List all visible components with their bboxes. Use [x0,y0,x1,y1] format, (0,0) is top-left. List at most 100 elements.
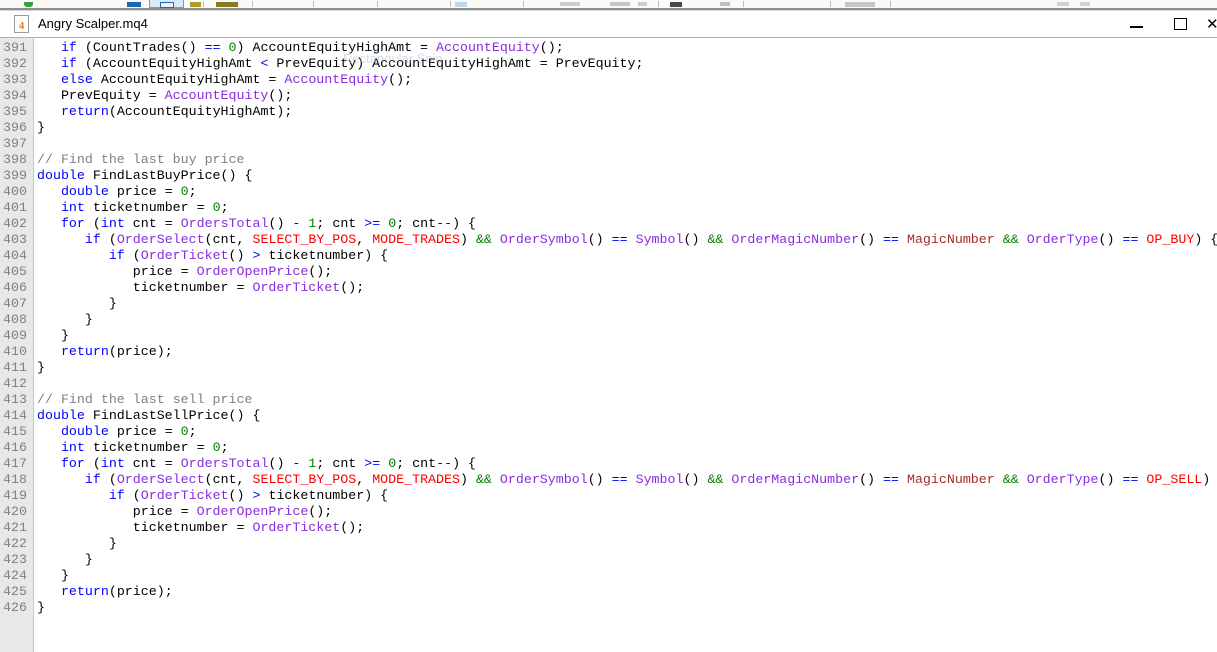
code-line[interactable]: 419 if (OrderTicket() > ticketnumber) { [0,488,1217,504]
toolbar-icon-fragment[interactable] [1080,2,1090,6]
toolbar-icon-fragment[interactable] [1057,2,1069,6]
line-number[interactable]: 421 [0,520,33,536]
code-line[interactable]: 426} [0,600,1217,616]
line-number[interactable]: 394 [0,88,33,104]
line-number[interactable]: 414 [0,408,33,424]
code-line[interactable]: 411} [0,360,1217,376]
code-line[interactable]: 412 [0,376,1217,392]
line-number[interactable]: 408 [0,312,33,328]
toolbar-icon-fragment[interactable] [455,2,467,7]
code-line[interactable]: 410 return(price); [0,344,1217,360]
line-number[interactable]: 411 [0,360,33,376]
code-line[interactable]: 413// Find the last sell price [0,392,1217,408]
line-text: return(AccountEquityHighAmt); [33,104,292,120]
toolbar-separator [658,1,659,7]
line-number[interactable]: 418 [0,472,33,488]
line-number[interactable]: 393 [0,72,33,88]
code-lines[interactable]: 391 if (CountTrades() == 0) AccountEquit… [0,40,1217,616]
code-line[interactable]: 418 if (OrderSelect(cnt, SELECT_BY_POS, … [0,472,1217,488]
close-button[interactable]: ✕ [1204,11,1217,37]
code-line[interactable]: 397 [0,136,1217,152]
code-editor[interactable]: 391 if (CountTrades() == 0) AccountEquit… [0,38,1217,652]
code-line[interactable]: 402 for (int cnt = OrdersTotal() - 1; cn… [0,216,1217,232]
line-text: if (OrderTicket() > ticketnumber) { [33,248,388,264]
code-line[interactable]: 414double FindLastSellPrice() { [0,408,1217,424]
line-number[interactable]: 416 [0,440,33,456]
code-line[interactable]: 422 } [0,536,1217,552]
line-number[interactable]: 412 [0,376,33,392]
code-line[interactable]: 404 if (OrderTicket() > ticketnumber) { [0,248,1217,264]
toolbar-icon-fragment[interactable] [216,2,238,7]
code-line[interactable]: 424 } [0,568,1217,584]
line-number[interactable]: 409 [0,328,33,344]
code-line[interactable]: 394 PrevEquity = AccountEquity(); [0,88,1217,104]
toolbar-icon-fragment[interactable] [190,2,201,7]
line-number[interactable]: 410 [0,344,33,360]
toolbar-icon-fragment[interactable] [638,2,647,6]
line-number[interactable]: 404 [0,248,33,264]
maximize-button[interactable] [1166,11,1194,37]
code-line[interactable]: 399double FindLastBuyPrice() { [0,168,1217,184]
code-line[interactable]: 409 } [0,328,1217,344]
toolbar-icon-fragment[interactable] [720,2,730,6]
minimize-button[interactable] [1122,11,1150,37]
line-text [33,376,37,392]
line-number[interactable]: 401 [0,200,33,216]
code-line[interactable]: 407 } [0,296,1217,312]
line-text: double FindLastBuyPrice() { [33,168,252,184]
code-line[interactable]: 415 double price = 0; [0,424,1217,440]
line-number[interactable]: 402 [0,216,33,232]
line-number[interactable]: 417 [0,456,33,472]
line-number[interactable]: 420 [0,504,33,520]
line-number[interactable]: 403 [0,232,33,248]
line-number[interactable]: 400 [0,184,33,200]
code-line[interactable]: 392 if (AccountEquityHighAmt < PrevEquit… [0,56,1217,72]
code-line[interactable]: 421 ticketnumber = OrderTicket(); [0,520,1217,536]
code-line[interactable]: 398// Find the last buy price [0,152,1217,168]
toolbar-separator [252,1,253,7]
code-line[interactable]: 406 ticketnumber = OrderTicket(); [0,280,1217,296]
code-line[interactable]: 396} [0,120,1217,136]
line-number[interactable]: 425 [0,584,33,600]
toolbar-icon-fragment[interactable] [845,2,875,7]
line-number[interactable]: 424 [0,568,33,584]
line-number[interactable]: 396 [0,120,33,136]
line-number[interactable]: 397 [0,136,33,152]
line-number[interactable]: 426 [0,600,33,616]
code-line[interactable]: 403 if (OrderSelect(cnt, SELECT_BY_POS, … [0,232,1217,248]
code-line[interactable]: 423 } [0,552,1217,568]
line-text: } [33,552,93,568]
line-number[interactable]: 395 [0,104,33,120]
code-line[interactable]: 401 int ticketnumber = 0; [0,200,1217,216]
toolbar-icon-fragment[interactable] [127,2,141,7]
code-line[interactable]: 395 return(AccountEquityHighAmt); [0,104,1217,120]
line-number[interactable]: 407 [0,296,33,312]
code-line[interactable]: 391 if (CountTrades() == 0) AccountEquit… [0,40,1217,56]
toolbar-icon-fragment[interactable] [560,2,580,6]
toolbar-icon-fragment[interactable] [670,2,682,7]
code-line[interactable]: 393 else AccountEquityHighAmt = AccountE… [0,72,1217,88]
line-text: for (int cnt = OrdersTotal() - 1; cnt >=… [33,216,476,232]
line-number[interactable]: 406 [0,280,33,296]
document-titlebar[interactable]: 4 Angry Scalper.mq4 ✕ [0,11,1217,38]
code-line[interactable]: 416 int ticketnumber = 0; [0,440,1217,456]
line-number[interactable]: 413 [0,392,33,408]
toolbar-icon-fragment[interactable] [610,2,630,6]
code-line[interactable]: 400 double price = 0; [0,184,1217,200]
line-text: for (int cnt = OrdersTotal() - 1; cnt >=… [33,456,476,472]
line-number[interactable]: 391 [0,40,33,56]
line-number[interactable]: 398 [0,152,33,168]
code-line[interactable]: 417 for (int cnt = OrdersTotal() - 1; cn… [0,456,1217,472]
code-line[interactable]: 405 price = OrderOpenPrice(); [0,264,1217,280]
code-line[interactable]: 425 return(price); [0,584,1217,600]
code-line[interactable]: 408 } [0,312,1217,328]
line-number[interactable]: 423 [0,552,33,568]
line-number[interactable]: 399 [0,168,33,184]
toolbar-icon-fragment[interactable] [24,2,33,7]
line-number[interactable]: 415 [0,424,33,440]
line-number[interactable]: 392 [0,56,33,72]
code-line[interactable]: 420 price = OrderOpenPrice(); [0,504,1217,520]
line-number[interactable]: 405 [0,264,33,280]
line-number[interactable]: 422 [0,536,33,552]
line-number[interactable]: 419 [0,488,33,504]
